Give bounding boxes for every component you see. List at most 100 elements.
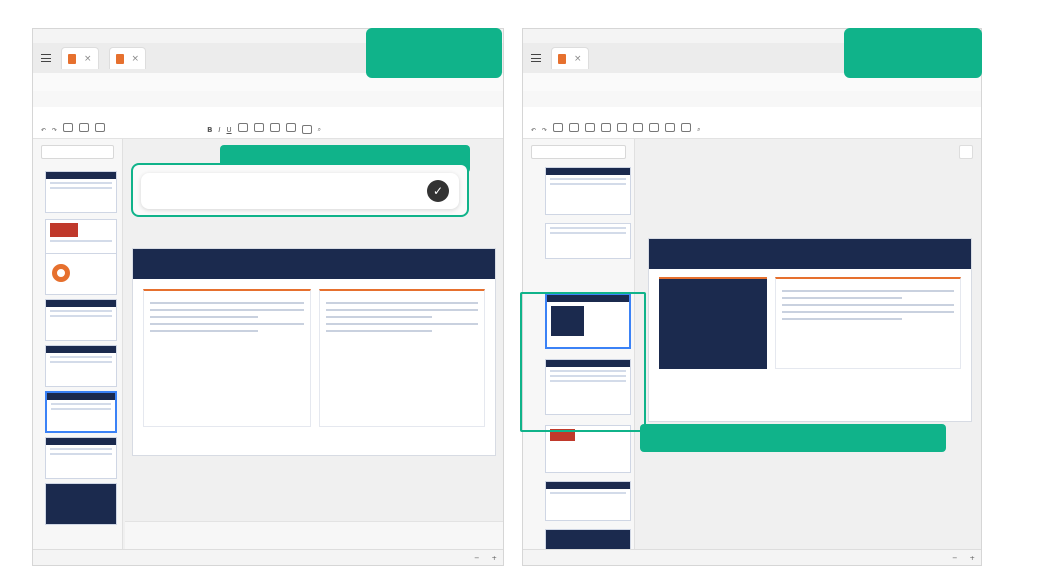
notes-area[interactable] [125,521,503,549]
ribbon-button[interactable]: U [226,126,231,134]
status-bar: − + [523,549,981,565]
slide-thumbnail[interactable] [45,299,117,341]
before-window: × × ↶ ↷ B I U ⌕ − + [32,28,504,566]
print-icon [681,123,692,132]
zoom-controls[interactable]: − + [474,554,497,562]
font-icon [601,123,612,132]
core-insight-card[interactable] [659,277,767,369]
confirm-check-icon[interactable]: ✓ [427,180,449,202]
zoom-controls[interactable]: − + [952,554,975,562]
close-icon[interactable]: × [132,54,140,64]
prompt-input[interactable]: ✓ [141,173,459,209]
bold-icon: B [207,126,213,134]
close-icon[interactable]: × [574,54,582,64]
insert-icon [63,123,74,132]
animation-icon [269,123,280,132]
ribbon-button[interactable] [601,123,612,134]
slide-thumbnail[interactable] [45,253,117,295]
ppt-file-icon [558,53,566,64]
undo-button[interactable]: ↶ [531,127,536,134]
slide-thumbnail-selected[interactable] [45,391,117,433]
mode-toggle[interactable] [959,145,973,159]
shape-icon [585,123,596,132]
redo-button[interactable]: ↷ [52,127,57,134]
slide-canvas[interactable] [649,239,971,421]
ribbon-toolbar: ↶ ↷ ⌕ [523,107,981,139]
page-setup-icon [285,123,296,132]
slide-header [133,249,495,279]
ribbon-button[interactable] [253,123,264,134]
thumbnail-panel[interactable] [33,139,123,549]
slide-thumbnail[interactable] [45,483,117,525]
ribbon-button[interactable] [553,123,564,134]
slide-thumbnail[interactable] [545,425,631,473]
zoom-in-icon[interactable]: + [492,554,497,562]
slide-thumbnail[interactable] [545,167,631,215]
slide-thumbnail[interactable] [45,171,117,213]
textbox-icon [569,123,580,132]
slide-thumbnail[interactable] [45,345,117,387]
ribbon-button[interactable] [681,123,692,134]
content-column[interactable] [775,277,961,369]
notes-area[interactable] [637,475,981,549]
after-badge [844,28,982,78]
ribbon-button[interactable] [617,123,628,134]
ribbon-button[interactable] [269,123,280,134]
ribbon-button[interactable] [79,123,90,134]
add-page-button[interactable] [41,145,114,159]
search-button[interactable]: ⌕ [697,126,700,134]
ribbon-tabs [523,91,981,107]
menu-icon[interactable] [41,54,51,62]
slide-thumbnail[interactable] [545,223,631,259]
slide-thumbnail[interactable] [545,481,631,521]
add-page-button[interactable] [531,145,626,159]
ribbon-tabs [33,91,503,107]
animation-icon [649,123,660,132]
slide-thumbnail[interactable] [45,437,117,479]
draw-icon [633,123,644,132]
zoom-out-icon[interactable]: − [952,554,957,562]
paragraph-icon [237,123,248,132]
underline-icon: U [226,126,232,134]
search-icon: ⌕ [697,126,701,133]
ribbon-button[interactable] [63,123,74,134]
split-slides-highlight [520,292,646,432]
zoom-out-icon[interactable]: − [474,554,479,562]
ribbon-button[interactable] [665,123,676,134]
step-2-callout [640,424,946,452]
content-column[interactable] [319,289,485,427]
ppt-file-icon [115,53,124,64]
draw-icon [253,123,264,132]
search-button[interactable]: ⌕ [318,126,321,134]
slide-thumbnail[interactable] [545,529,631,551]
textbox-icon [79,123,90,132]
ribbon-button[interactable]: I [218,126,220,134]
zoom-in-icon[interactable]: + [970,554,975,562]
ribbon-button[interactable]: B [207,126,212,134]
ribbon-button[interactable] [569,123,580,134]
search-icon: ⌕ [317,126,321,133]
redo-icon: ↷ [52,127,58,134]
document-tab[interactable]: × [61,47,99,69]
document-tab[interactable]: × [108,47,147,69]
ribbon-button[interactable] [95,123,106,134]
ribbon-button[interactable] [237,123,248,134]
redo-button[interactable]: ↷ [542,127,547,134]
redo-icon: ↷ [542,127,548,134]
undo-button[interactable]: ↶ [41,127,46,134]
document-tab[interactable]: × [551,47,589,69]
paragraph-icon [617,123,628,132]
ribbon-button[interactable] [585,123,596,134]
menu-icon[interactable] [531,54,541,62]
slide-canvas[interactable] [133,249,495,455]
ribbon-button[interactable] [649,123,660,134]
ribbon-button[interactable] [633,123,644,134]
undo-icon: ↶ [41,127,47,134]
insert-icon [553,123,564,132]
ribbon-button[interactable] [285,123,296,134]
print-icon [301,125,312,134]
print-button[interactable] [301,125,312,134]
status-bar: − + [33,549,503,565]
content-column[interactable] [143,289,311,427]
close-icon[interactable]: × [84,54,92,64]
